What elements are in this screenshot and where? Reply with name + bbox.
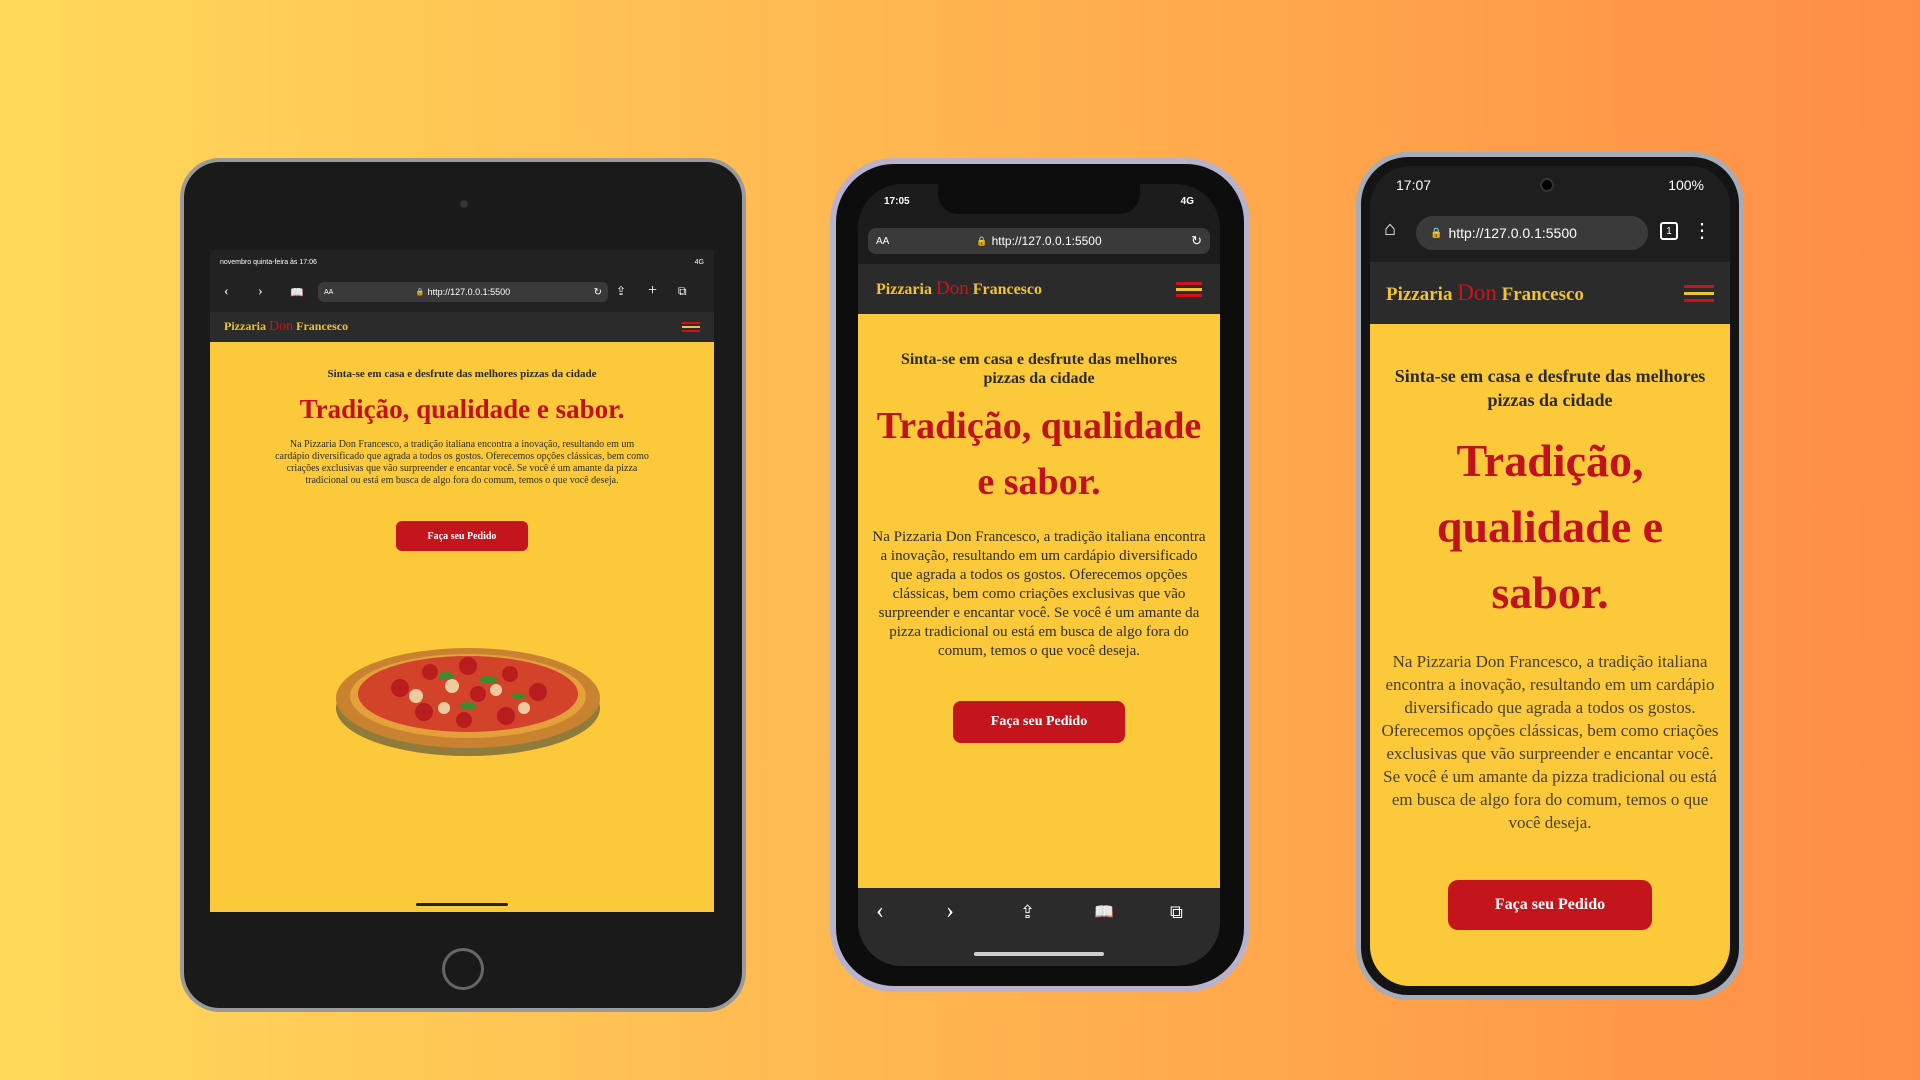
android-hero: Sinta-se em casa e desfrute das melhores… [1370, 364, 1730, 930]
share-icon[interactable]: ⇪ [1020, 902, 1035, 923]
bookmarks-icon[interactable]: 📖 [1094, 902, 1114, 922]
order-button[interactable]: Faça seu Pedido [953, 701, 1125, 743]
tablet-url-bar[interactable]: AA 🔒 http://127.0.0.1:5500 ↻ [318, 282, 608, 302]
tablet-browser-toolbar: ‹ › 📖 AA 🔒 http://127.0.0.1:5500 ↻ ⇪ + ⧉ [210, 274, 714, 312]
tablet-site-nav: Pizzaria Don Francesco [210, 312, 714, 342]
reload-icon[interactable]: ↻ [594, 287, 602, 298]
hero-headline: Tradição, qualidade e sabor. [299, 394, 625, 424]
bookmarks-icon[interactable]: 📖 [290, 286, 304, 299]
iphone-device: 17:05 4G AA 🔒 http://127.0.0.1:5500 ↻ Pi… [830, 158, 1250, 992]
tablet-status-bar: novembro quinta-feira às 17:06 4G [210, 250, 714, 274]
forward-icon[interactable]: › [946, 898, 954, 925]
android-time: 17:07 [1396, 177, 1432, 193]
tablet-camera [460, 200, 468, 208]
tablet-status-date: novembro quinta-feira às 17:06 [220, 258, 317, 266]
lock-icon: 🔒 [1430, 227, 1443, 239]
tablet-home-indicator [416, 903, 508, 906]
lock-icon: 🔒 [415, 289, 425, 296]
site-logo[interactable]: Pizzaria Don Francesco [876, 278, 1042, 300]
tablet-url-text: http://127.0.0.1:5500 [427, 287, 511, 297]
android-device: 17:07 100% ⌂ 🔒 http://127.0.0.1:5500 1 ⋮… [1356, 152, 1744, 1000]
iphone-time: 17:05 [884, 195, 910, 207]
order-button[interactable]: Faça seu Pedido [1448, 880, 1652, 930]
hero-headline: Tradição, qualidade e sabor. [1436, 435, 1664, 618]
site-logo[interactable]: Pizzaria Don Francesco [224, 319, 348, 335]
tablet-url-aa[interactable]: AA [324, 289, 333, 296]
pizza-image [336, 648, 600, 756]
new-tab-icon[interactable]: + [648, 282, 657, 300]
forward-icon[interactable]: › [258, 284, 263, 300]
android-screen: 17:07 100% ⌂ 🔒 http://127.0.0.1:5500 1 ⋮… [1370, 166, 1730, 986]
hero-paragraph: Na Pizzaria Don Francesco, a tradição it… [275, 439, 649, 486]
iphone-url-aa[interactable]: AA [876, 236, 889, 247]
android-camera [1540, 178, 1554, 192]
hamburger-menu-icon[interactable] [1176, 281, 1202, 297]
hero-subtitle: Sinta-se em casa e desfrute das melhores… [1394, 366, 1706, 410]
hero-paragraph: Na Pizzaria Don Francesco, a tradição it… [1381, 652, 1719, 832]
android-battery: 100% [1668, 177, 1704, 193]
tablet-status-network: 4G [694, 258, 704, 266]
iphone-url-bar[interactable]: AA 🔒 http://127.0.0.1:5500 ↻ [868, 228, 1210, 254]
hero-subtitle: Sinta-se em casa e desfrute das melhores… [327, 368, 597, 380]
hamburger-menu-icon[interactable] [682, 322, 700, 332]
iphone-home-indicator [974, 952, 1104, 956]
tablet-screen: novembro quinta-feira às 17:06 4G ‹ › 📖 … [210, 250, 714, 912]
android-page: Sinta-se em casa e desfrute das melhores… [1370, 324, 1730, 986]
hero-subtitle: Sinta-se em casa e desfrute das melhores… [900, 351, 1178, 387]
back-icon[interactable]: ‹ [876, 898, 884, 925]
iphone-hero: Sinta-se em casa e desfrute das melhores… [858, 350, 1220, 743]
iphone-browser-bottom-bar: ‹ › ⇪ 📖 ⧉ [858, 888, 1220, 966]
iphone-url-text: http://127.0.0.1:5500 [991, 234, 1102, 248]
tablet-home-button[interactable] [442, 948, 484, 990]
iphone-notch [938, 184, 1140, 214]
hamburger-menu-icon[interactable] [1684, 284, 1714, 302]
hero-headline: Tradição, qualidade e sabor. [876, 405, 1202, 503]
iphone-screen: 17:05 4G AA 🔒 http://127.0.0.1:5500 ↻ Pi… [858, 184, 1220, 966]
tablet-hero: Sinta-se em casa e desfrute das melhores… [210, 368, 714, 551]
lock-icon: 🔒 [976, 235, 988, 246]
share-icon[interactable]: ⇪ [616, 284, 626, 299]
iphone-network: 4G [1180, 195, 1194, 207]
android-url-bar[interactable]: 🔒 http://127.0.0.1:5500 [1416, 216, 1648, 250]
back-icon[interactable]: ‹ [224, 284, 229, 300]
reload-icon[interactable]: ↻ [1191, 233, 1202, 249]
android-site-nav: Pizzaria Don Francesco [1370, 262, 1730, 324]
iphone-page: Sinta-se em casa e desfrute das melhores… [858, 314, 1220, 888]
order-button[interactable]: Faça seu Pedido [396, 521, 528, 551]
hero-paragraph: Na Pizzaria Don Francesco, a tradição it… [872, 529, 1206, 659]
tabs-icon[interactable]: ⧉ [1170, 902, 1183, 923]
tablet-device: novembro quinta-feira às 17:06 4G ‹ › 📖 … [180, 158, 746, 1012]
site-logo[interactable]: Pizzaria Don Francesco [1386, 280, 1584, 306]
more-options-icon[interactable]: ⋮ [1692, 218, 1712, 243]
android-url-text: http://127.0.0.1:5500 [1448, 225, 1577, 241]
iphone-site-nav: Pizzaria Don Francesco [858, 264, 1220, 314]
home-icon[interactable]: ⌂ [1384, 218, 1396, 241]
tabs-count-icon[interactable]: 1 [1660, 222, 1678, 240]
tabs-icon[interactable]: ⧉ [678, 284, 687, 299]
